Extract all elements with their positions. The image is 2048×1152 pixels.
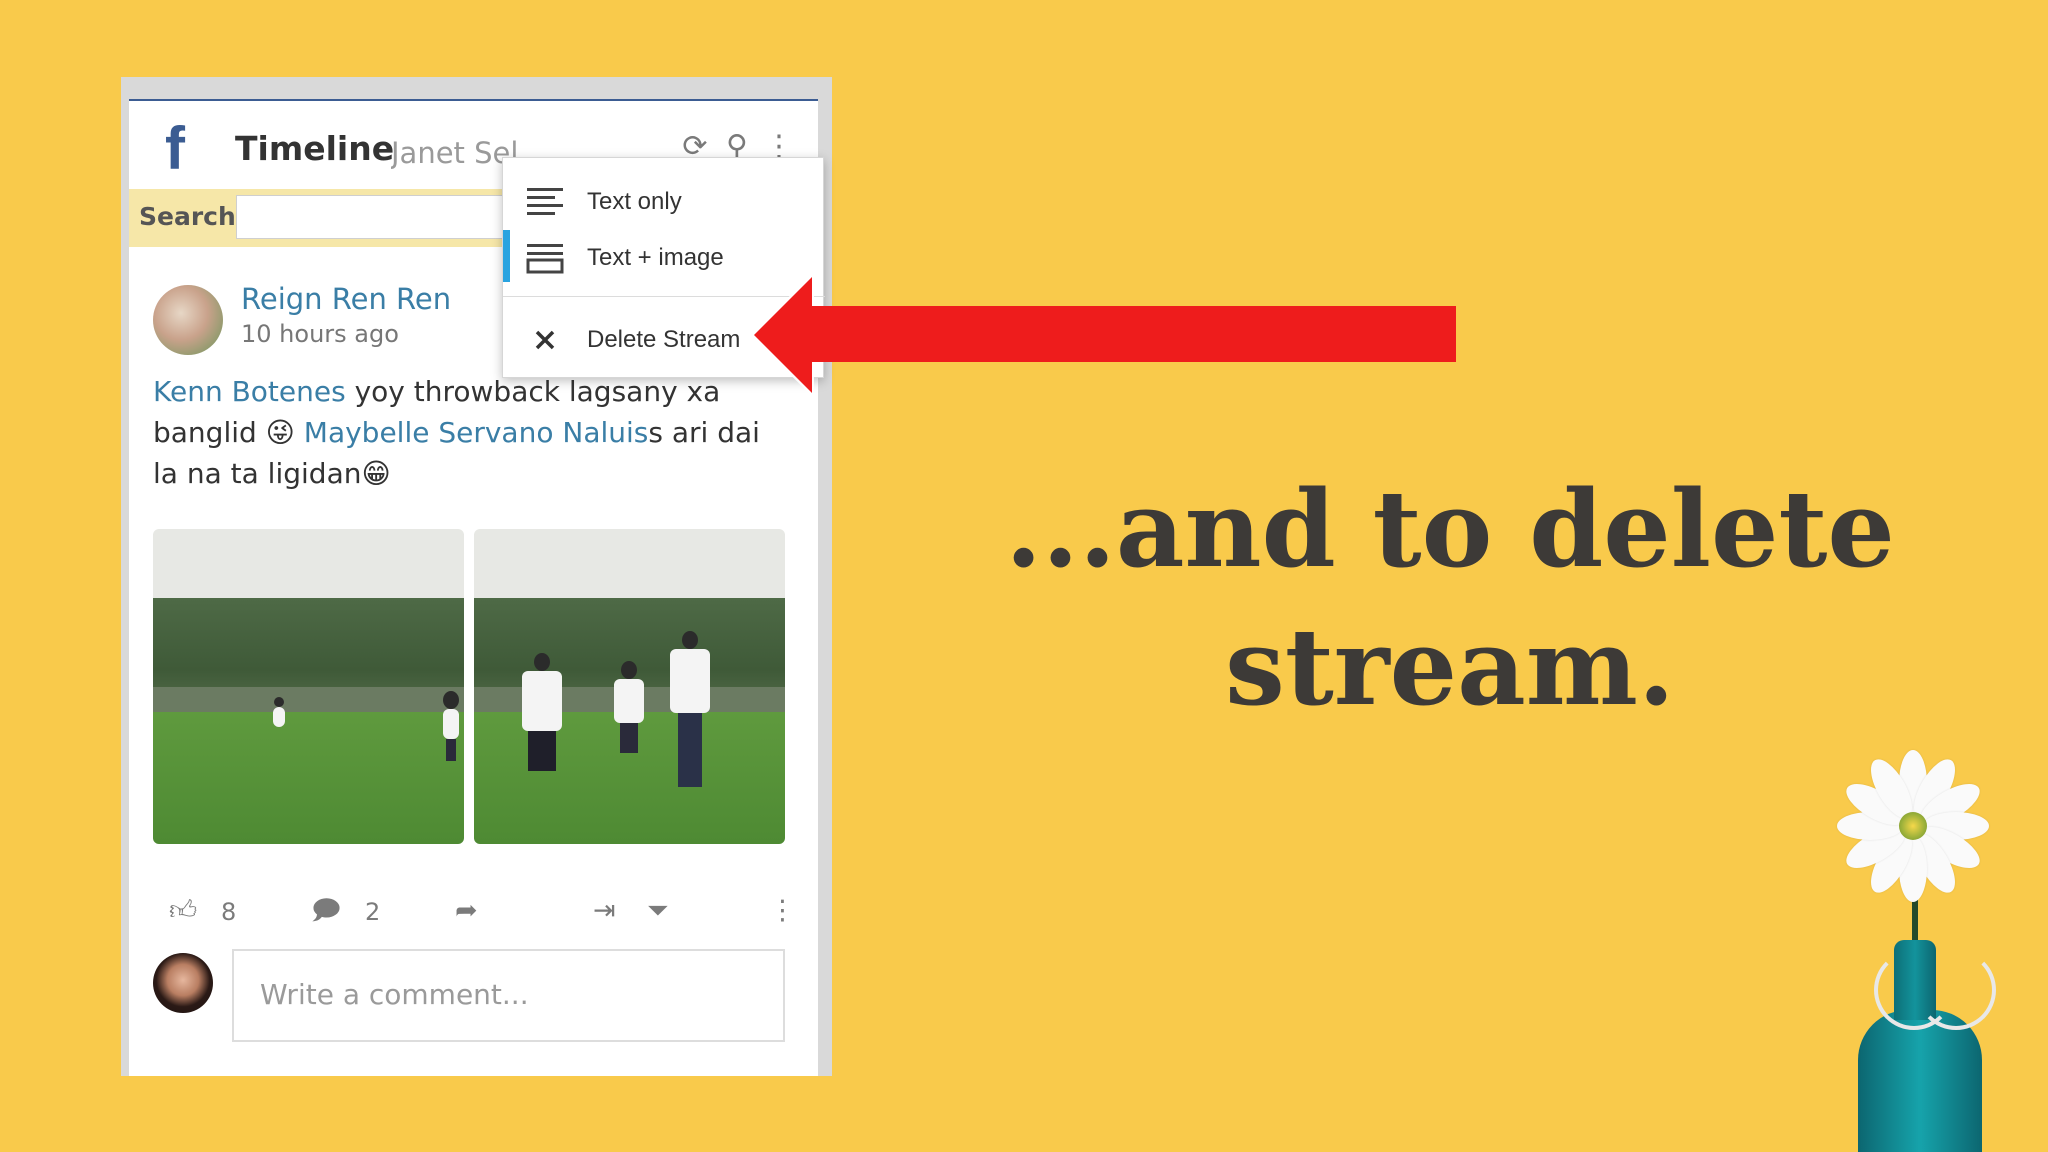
text-image-icon xyxy=(526,244,564,274)
menu-item-label: Delete Stream xyxy=(587,326,741,353)
text-only-icon xyxy=(527,188,563,215)
export-icon[interactable]: ⇥ xyxy=(593,891,616,931)
like-count: 8 xyxy=(221,898,237,926)
menu-item-label: Text only xyxy=(587,188,682,215)
like-icon[interactable]: 👍︎ xyxy=(169,891,197,931)
share-icon[interactable]: ➦ xyxy=(455,891,478,931)
pointer-arrow-shaft xyxy=(806,306,1456,362)
comment-icon[interactable]: 🗩 xyxy=(311,891,341,931)
comment-count: 2 xyxy=(365,898,381,926)
caption-line: ...and to delete xyxy=(1005,466,1895,591)
menu-item-label: Text + image xyxy=(587,244,724,271)
user-avatar xyxy=(153,953,213,1013)
mention-link[interactable]: Maybelle Servano Naluis xyxy=(304,416,649,449)
search-label: Search xyxy=(139,202,236,231)
facebook-icon: f xyxy=(165,115,185,182)
post-text: Kenn Botenes yoy throwback lagsany xa ba… xyxy=(153,371,793,494)
post-photo[interactable] xyxy=(474,529,785,844)
chevron-down-icon[interactable]: ⏷ xyxy=(647,891,669,931)
comment-placeholder: Write a comment... xyxy=(260,978,529,1011)
more-vertical-icon[interactable]: ⋮ xyxy=(769,891,796,931)
stream-title: Timeline xyxy=(235,129,395,168)
post-time: 10 hours ago xyxy=(241,320,399,348)
pointer-arrow-head xyxy=(754,277,812,393)
stream-user: Janet Selose xyxy=(391,136,519,170)
close-icon xyxy=(535,330,555,350)
post-photo[interactable] xyxy=(153,529,464,844)
post-author[interactable]: Reign Ren Ren xyxy=(241,279,451,319)
caption-line: stream. xyxy=(1225,604,1675,729)
comment-row: Write a comment... xyxy=(129,949,818,1049)
post-actions: 👍︎ 8 🗩 2 ➦ ⇥ ⏷ ⋮ xyxy=(129,881,818,941)
comment-input[interactable]: Write a comment... xyxy=(232,949,785,1042)
author-avatar[interactable] xyxy=(153,285,223,355)
mention-link[interactable]: Kenn Botenes xyxy=(153,375,346,408)
slide-caption: ...and to delete stream. xyxy=(1000,460,1900,736)
menu-item-text-only[interactable]: Text only xyxy=(503,174,825,230)
